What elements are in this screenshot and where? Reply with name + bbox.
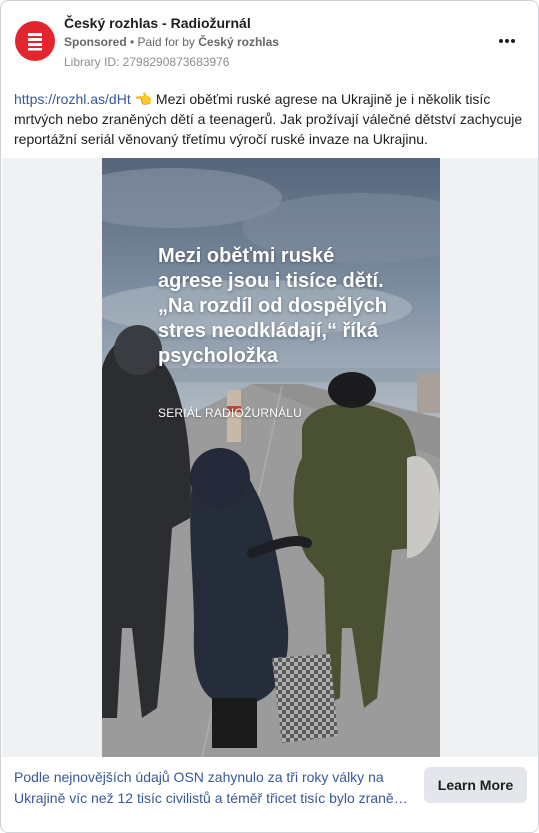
pointing-hand-emoji: 👈: [134, 91, 153, 107]
more-horizontal-icon: [498, 39, 516, 43]
ad-image[interactable]: Mezi oběťmi ruské agrese jsou i tisíce d…: [102, 158, 440, 757]
library-id: Library ID: 2798290873683976: [64, 55, 230, 69]
paid-for-by-name: Český rozhlas: [198, 35, 279, 49]
link-description-line-2: Ukrajině víc než 12 tisíc civilistů a té…: [14, 790, 414, 806]
cesky-rozhlas-logo-icon: [28, 33, 42, 51]
link-description-line-1: Podle nejnovějších údajů OSN zahynulo za…: [14, 769, 384, 785]
separator-dot: •: [126, 35, 138, 49]
paid-for-prefix: Paid for by: [137, 35, 199, 49]
link-description[interactable]: Podle nejnovějších údajů OSN zahynulo za…: [14, 767, 414, 809]
ad-image-headline: Mezi oběťmi ruské agrese jsou i tisíce d…: [158, 245, 387, 367]
link-card-footer: Podle nejnovějších údajů OSN zahynulo za…: [2, 757, 538, 832]
post-text: https://rozhl.as/dHt 👈 Mezi oběťmi ruské…: [14, 89, 524, 149]
sponsored-line: Sponsored • Paid for by Český rozhlas: [64, 35, 279, 49]
ad-card: Český rozhlas - Radiožurnál Sponsored • …: [0, 0, 539, 833]
ad-header: Český rozhlas - Radiožurnál Sponsored • …: [1, 1, 538, 81]
advertiser-avatar[interactable]: [15, 21, 55, 61]
advertiser-name[interactable]: Český rozhlas - Radiožurnál: [64, 15, 251, 31]
sponsored-label: Sponsored: [64, 35, 127, 49]
learn-more-button[interactable]: Learn More: [424, 767, 527, 803]
more-options-button[interactable]: [493, 29, 521, 53]
post-link[interactable]: https://rozhl.as/dHt: [14, 91, 131, 107]
ad-image-series-label: SERIÁL RADIOŽURNÁLU: [158, 406, 303, 420]
ad-media-area: Mezi oběťmi ruské agrese jsou i tisíce d…: [2, 158, 538, 757]
